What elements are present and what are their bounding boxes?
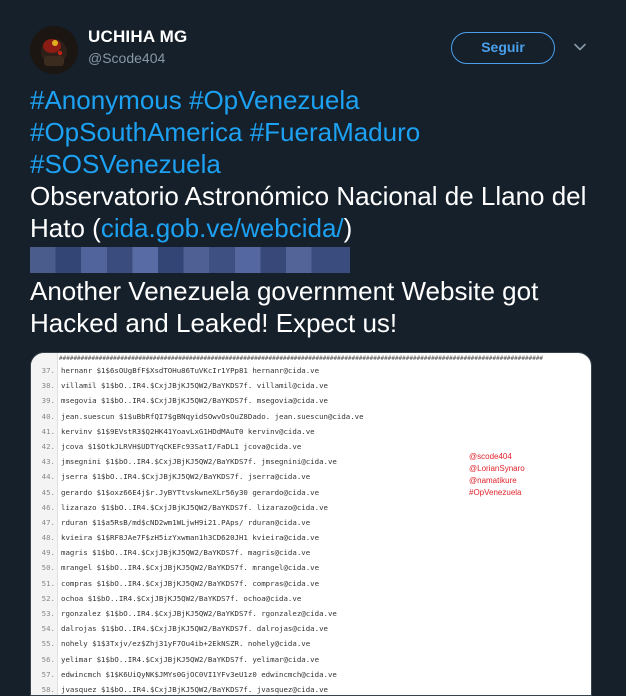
tweet-body: Observatorio Astronómico Nacional de Lla… (30, 180, 596, 244)
hashtag-line-3: #SOSVenezuela (30, 148, 596, 180)
line-number: 37. (41, 366, 55, 375)
line-number: 45. (41, 487, 55, 497)
display-name[interactable]: UCHIHA MG (88, 27, 187, 47)
credit-line: @LorianSynaro (469, 464, 525, 473)
code-row: 55. nohely $1$3Txjv/ez$Zhj31yF7Ou4ib+2EkN… (31, 636, 591, 651)
code-row: 50. mrangel $1$bO..IR4.$CxjJBjKJ5QW2/BaYK… (31, 560, 591, 575)
follow-button[interactable]: Seguir (451, 32, 555, 64)
hash-header-line: ########################################… (59, 355, 544, 362)
code-row: 52. ochoa $1$bO..IR4.$CxjJBjKJ5QW2/BaYKDS… (31, 591, 591, 606)
code-row: 38. villamil $1$bO..IR4.$CxjJBjKJ5QW2/BaY… (31, 378, 591, 393)
tweet-text: #Anonymous #OpVenezuela #OpSouthAmerica … (30, 84, 596, 339)
line-number: 50. (41, 563, 55, 573)
code-row: 54. dalrojas $1$bO..IR4.$CxjJBjKJ5QW2/BaY… (31, 621, 591, 636)
user-handle[interactable]: @Scode404 (88, 50, 165, 66)
code-text: hernanr $1$6sOUgBfF$XsdTOHu86TuVKcIr1YPp… (61, 366, 320, 375)
code-text: edwincmch $1$K6UiQyNK$JMYs0GjOC0VI1YFv3e… (61, 669, 337, 679)
line-number: 54. (41, 624, 55, 634)
line-number: 41. (41, 426, 55, 436)
line-number: 44. (41, 472, 55, 482)
line-number: 49. (41, 548, 55, 558)
code-text: yelimar $1$bO..IR4.$CxjJBjKJ5QW2/BaYKDS7… (61, 654, 320, 664)
line-number: 53. (41, 609, 55, 618)
line-number: 39. (41, 396, 55, 406)
code-row: 48. kvieira $1$RF8JAe7F$zH5izYxwman1h3CD6… (31, 530, 591, 545)
line-number: 46. (41, 502, 55, 512)
line-number: 58. (41, 684, 55, 694)
code-text: jserra $1$bO..IR4.$CxjJBjKJ5QW2/BaYKDS7f… (61, 472, 311, 482)
hashtag-link[interactable]: #OpSouthAmerica (30, 117, 242, 147)
line-number: 42. (41, 441, 55, 451)
avatar-image-icon (30, 26, 78, 74)
code-row: 46. lizarazo $1$bO..IR4.$CxjJBjKJ5QW2/BaY… (31, 500, 591, 515)
line-number: 38. (41, 381, 55, 391)
hashtag-line-2: #OpSouthAmerica #FueraMaduro (30, 116, 596, 148)
credit-line: #OpVenezuela (469, 488, 522, 497)
code-text: lizarazo $1$bO..IR4.$CxjJBjKJ5QW2/BaYKDS… (61, 502, 328, 512)
code-text: rduran $1$a5RsB/md$cND2wm1WLjwH9i21.PAps… (61, 517, 311, 527)
code-row: 39. msegovia $1$bO..IR4.$CxjJBjKJ5QW2/BaY… (31, 393, 591, 408)
code-row: 40. jean.suescun $1$uBbRfQI7$gBNqyidSOwvO… (31, 409, 591, 424)
code-text: ochoa $1$bO..IR4.$CxjJBjKJ5QW2/BaYKDS7f.… (61, 593, 302, 603)
line-number: 56. (41, 654, 55, 664)
code-row: 51. compras $1$bO..IR4.$CxjJBjKJ5QW2/BaYK… (31, 576, 591, 591)
external-link[interactable]: cida.gob.ve/webcida/ (101, 213, 344, 243)
tweet-header: UCHIHA MG @Scode404 Seguir (30, 26, 596, 76)
line-number: 43. (41, 457, 55, 467)
code-text: rgonzalez $1$bO..IR4.$CxjJBjKJ5QW2/BaYKD… (61, 609, 337, 618)
code-row: 53. rgonzalez $1$bO..IR4.$CxjJBjKJ5QW2/Ba… (31, 606, 591, 621)
credit-line: @scode404 (469, 452, 512, 461)
code-text: magris $1$bO..IR4.$CxjJBjKJ5QW2/BaYKDS7f… (61, 548, 311, 558)
code-text: gerardo $1$oxz66E4j$r.JyBYTtvskwneXLr56y… (61, 487, 320, 497)
code-row: 49. magris $1$bO..IR4.$CxjJBjKJ5QW2/BaYKD… (31, 545, 591, 560)
code-text: mrangel $1$bO..IR4.$CxjJBjKJ5QW2/BaYKDS7… (61, 563, 320, 573)
code-text: compras $1$bO..IR4.$CxjJBjKJ5QW2/BaYKDS7… (61, 578, 320, 588)
avatar[interactable] (30, 26, 78, 74)
tweet-body-close: ) (343, 213, 353, 243)
hashtag-line-1: #Anonymous #OpVenezuela (30, 84, 596, 116)
line-number: 48. (41, 533, 55, 543)
line-number: 55. (41, 639, 55, 649)
code-row: 41. kervinv $1$9EVstR3$Q2HK41YoavLxG1HDdM… (31, 424, 591, 439)
code-text: villamil $1$bO..IR4.$CxjJBjKJ5QW2/BaYKDS… (61, 381, 328, 391)
code-text: msegovia $1$bO..IR4.$CxjJBjKJ5QW2/BaYKDS… (61, 396, 328, 406)
line-number: 51. (41, 578, 55, 588)
code-text: kvieira $1$RF8JAe7F$zH5izYxwman1h3CD620J… (61, 533, 320, 543)
code-row: 37. hernanr $1$6sOUgBfF$XsdTOHu86TuVKcIr1… (31, 363, 591, 378)
hashtag-link[interactable]: #SOSVenezuela (30, 149, 221, 179)
credit-line: @namatikure (469, 476, 517, 485)
redacted-pixelated-text (30, 247, 350, 273)
code-row: 58. jvasquez $1$bO..IR4.$CxjJBjKJ5QW2/BaY… (31, 682, 591, 695)
code-text: dalrojas $1$bO..IR4.$CxjJBjKJ5QW2/BaYKDS… (61, 624, 328, 634)
hashtag-link[interactable]: #Anonymous (30, 85, 182, 115)
tweet-closing-text: Another Venezuela government Website got… (30, 276, 539, 338)
line-number: 47. (41, 517, 55, 527)
code-text: jvasquez $1$bO..IR4.$CxjJBjKJ5QW2/BaYKDS… (61, 684, 328, 694)
hashtag-link[interactable]: #OpVenezuela (189, 85, 360, 115)
code-row: 57. edwincmch $1$K6UiQyNK$JMYs0GjOC0VI1YF… (31, 667, 591, 682)
line-number: 40. (41, 411, 55, 421)
credits-overlay: @scode404 @LorianSynaro @namatikure #OpV… (469, 451, 525, 499)
leaked-data-rows: 37. hernanr $1$6sOUgBfF$XsdTOHu86TuVKcIr1… (31, 363, 591, 695)
code-row: 47. rduran $1$a5RsB/md$cND2wm1WLjwH9i21.P… (31, 515, 591, 530)
hashtag-link[interactable]: #FueraMaduro (250, 117, 421, 147)
line-number: 52. (41, 593, 55, 603)
code-text: kervinv $1$9EVstR3$Q2HK41YoavLxG1HDdMAuT… (61, 426, 315, 436)
code-text: jcova $1$OtkJLRVH$UDTYqCKEFc93SatI/FaDL1… (61, 441, 302, 451)
chevron-down-icon[interactable] (573, 40, 587, 54)
line-number: 57. (41, 669, 55, 679)
code-row: 56. yelimar $1$bO..IR4.$CxjJBjKJ5QW2/BaYK… (31, 652, 591, 667)
code-text: jmsegnini $1$bO..IR4.$CxjJBjKJ5QW2/BaYKD… (61, 457, 337, 467)
attached-screenshot[interactable]: ########################################… (30, 352, 592, 696)
code-text: nohely $1$3Txjv/ez$Zhj31yF7Ou4ib+2EkNSZR… (61, 639, 311, 649)
code-text: jean.suescun $1$uBbRfQI7$gBNqyidSOwvOsOu… (61, 411, 364, 421)
